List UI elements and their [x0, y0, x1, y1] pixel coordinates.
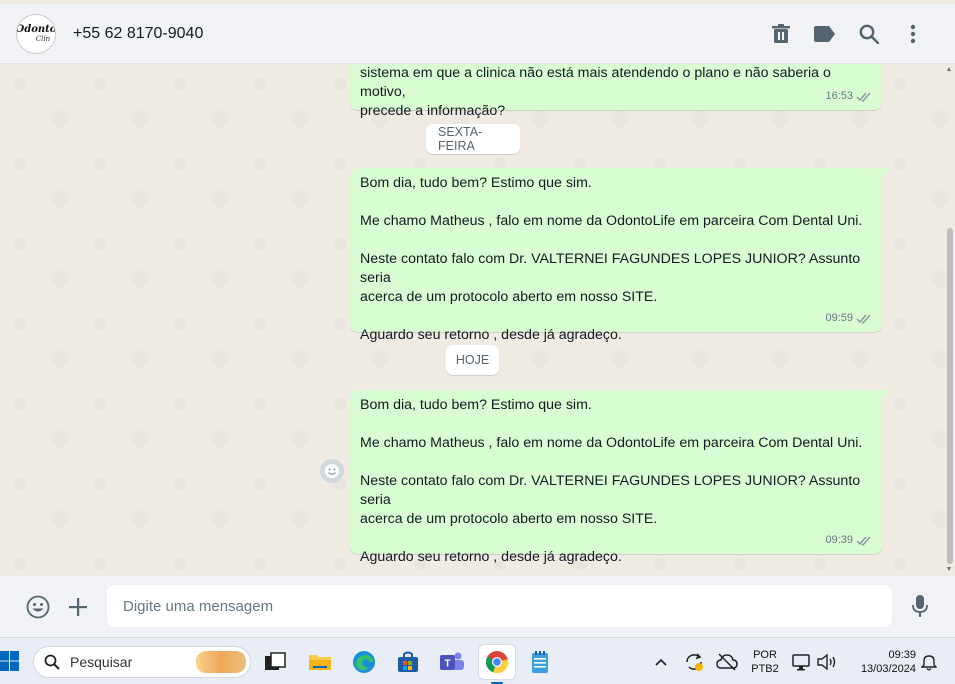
chrome-icon	[485, 651, 509, 674]
bell-icon	[921, 655, 937, 671]
network-icon	[792, 654, 810, 671]
folder-icon	[309, 655, 331, 670]
chat-scrollbar[interactable]: ▲ ▼	[945, 64, 953, 576]
svg-text:T: T	[444, 659, 450, 670]
file-explorer-button[interactable]	[305, 647, 335, 677]
cloud-offline-button[interactable]	[715, 647, 739, 677]
message-input[interactable]: Digite uma mensagem	[107, 585, 892, 627]
label-button[interactable]	[803, 14, 847, 54]
message-bubble[interactable]: Bom dia, tudo bem? Estimo que sim. Me ch…	[350, 168, 890, 343]
reaction-button[interactable]	[320, 459, 344, 483]
message-time: 16:53	[825, 90, 853, 102]
microphone-icon	[912, 595, 928, 617]
task-view-button[interactable]	[260, 647, 290, 677]
notepad-button[interactable]	[525, 647, 555, 677]
clock-time: 09:39	[888, 649, 916, 661]
clock-date: 13/03/2024	[860, 663, 916, 675]
message-time: 09:39	[825, 534, 853, 546]
sync-icon	[686, 653, 703, 671]
message-meta: 16:53	[825, 87, 872, 106]
task-view-icon	[265, 652, 286, 670]
label-icon	[814, 25, 835, 42]
store-button[interactable]	[393, 647, 423, 677]
more-vert-icon	[910, 24, 916, 43]
teams-button[interactable]: T	[437, 647, 467, 677]
message-composer: Digite uma mensagem	[0, 576, 955, 637]
language-line1: POR	[753, 649, 777, 661]
message-text: sistema em que a clinica não está mais a…	[360, 65, 831, 119]
teams-icon: T	[440, 652, 464, 670]
message-bubble[interactable]: sistema em que a clinica não está mais a…	[350, 64, 882, 119]
delete-button[interactable]	[759, 14, 803, 54]
taskbar-search[interactable]: Pesquisar	[33, 646, 251, 678]
message-text: Bom dia, tudo bem? Estimo que sim. Me ch…	[360, 397, 863, 565]
search-icon	[859, 24, 879, 44]
clock[interactable]: 09:39 13/03/2024	[846, 648, 916, 676]
smiley-icon	[325, 464, 339, 478]
contact-name[interactable]: +55 62 8170-9040	[73, 25, 203, 43]
delete-icon	[772, 23, 790, 43]
edge-browser-button[interactable]	[349, 647, 379, 677]
avatar-logo-top: Odonto	[16, 23, 56, 35]
sync-status-button[interactable]	[682, 647, 706, 677]
attach-button[interactable]	[58, 587, 98, 627]
double-check-icon	[856, 536, 871, 546]
message-meta: 09:39	[825, 531, 872, 550]
double-check-icon	[856, 314, 871, 324]
date-separator-today: HOJE	[446, 345, 499, 375]
search-button[interactable]	[847, 14, 891, 54]
volume-button[interactable]	[815, 647, 839, 677]
language-indicator[interactable]: POR PTB2	[748, 648, 782, 676]
message-bubble[interactable]: Bom dia, tudo bem? Estimo que sim. Me ch…	[350, 390, 890, 565]
cloud-off-icon	[716, 653, 738, 671]
emoji-button[interactable]	[18, 587, 58, 627]
message-time: 09:59	[825, 312, 853, 324]
language-line2: PTB2	[751, 663, 779, 675]
speaker-icon	[817, 654, 836, 670]
chrome-button[interactable]	[479, 645, 515, 684]
menu-button[interactable]	[891, 14, 935, 54]
double-check-icon	[856, 92, 871, 102]
header-actions	[759, 14, 935, 54]
windows-taskbar: Pesquisar T POR PTB2 09:39 13/03/2024	[0, 637, 955, 684]
contact-avatar[interactable]: Odonto Clin	[16, 13, 56, 54]
store-icon	[398, 651, 418, 672]
voice-button[interactable]	[900, 586, 940, 626]
chevron-up-icon	[655, 658, 667, 666]
scroll-up-arrow-icon[interactable]: ▲	[945, 66, 953, 74]
notifications-button[interactable]	[918, 647, 940, 677]
message-text: Bom dia, tudo bem? Estimo que sim. Me ch…	[360, 175, 863, 343]
edge-icon	[353, 651, 375, 673]
avatar-logo-bottom: Clin	[35, 34, 51, 43]
network-button[interactable]	[790, 647, 814, 677]
date-separator-friday: SEXTA-FEIRA	[426, 124, 520, 154]
message-meta: 09:59	[825, 309, 872, 328]
chat-area[interactable]: sistema em que a clinica não está mais a…	[0, 64, 955, 576]
search-icon	[44, 654, 60, 670]
search-label: Pesquisar	[70, 654, 133, 670]
windows-logo-icon	[0, 651, 19, 671]
search-highlight-image	[196, 651, 246, 673]
message-input-placeholder: Digite uma mensagem	[123, 597, 274, 615]
tray-expand-button[interactable]	[650, 647, 672, 677]
scroll-down-arrow-icon[interactable]: ▼	[945, 566, 953, 574]
scroll-thumb[interactable]	[947, 228, 953, 564]
start-button[interactable]	[0, 650, 20, 672]
plus-icon	[69, 597, 87, 616]
emoji-icon	[26, 595, 50, 618]
chat-header: Odonto Clin +55 62 8170-9040	[0, 4, 955, 64]
notepad-icon	[532, 651, 548, 673]
